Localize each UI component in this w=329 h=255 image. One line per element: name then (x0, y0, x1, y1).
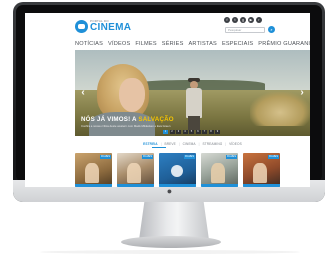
monitor-stand-base (121, 236, 221, 248)
tab-breve[interactable]: BREVE (165, 141, 176, 147)
main-nav: NOTÍCIAS VÍDEOS FILMES SÉRIES ARTISTAS E… (75, 40, 310, 48)
logo-camera-icon (75, 20, 88, 33)
tab-divider: | (198, 142, 200, 146)
tab-divider: | (178, 142, 180, 146)
search-button[interactable]: ⌕ (268, 26, 275, 33)
nav-item-artistas[interactable]: ARTISTAS (189, 40, 217, 48)
rss-icon[interactable]: r (256, 17, 262, 23)
nav-item-noticias[interactable]: NOTÍCIAS (75, 40, 103, 48)
thumbnail-card[interactable]: FILMES (75, 153, 112, 187)
hero-image-man-legs (188, 116, 200, 130)
thumbnail-badge: FILMES (183, 155, 195, 159)
website-screen: PORTAL DO CINEMA f t g ▶ r Pesquisar ⌕ N… (25, 13, 310, 187)
nav-item-series[interactable]: SÉRIES (162, 40, 184, 48)
tab-streaming[interactable]: STREAMING (202, 141, 222, 147)
scene: ● PORTAL DO CINEMA f t g ▶ r Pesquisar ⌕ (0, 0, 329, 255)
thumbnail-image (85, 163, 99, 183)
thumbnail-caption-bar (159, 184, 196, 187)
facebook-icon[interactable]: f (224, 17, 230, 23)
monitor-stand (139, 200, 209, 240)
search-icon: ⌕ (270, 27, 273, 32)
desk-shadow (40, 250, 300, 254)
hero-title-accent: SALVAÇÃO (138, 116, 174, 123)
hero-slider[interactable]: ‹ › NÓS JÁ VIMOS! A SALVAÇÃO Confira a n… (75, 50, 310, 136)
hero-image-man-body (186, 88, 202, 118)
search-input[interactable]: Pesquisar (225, 27, 265, 33)
thumbnail-image (171, 165, 183, 177)
hero-title[interactable]: NÓS JÁ VIMOS! A SALVAÇÃO (81, 116, 174, 123)
site-header: PORTAL DO CINEMA f t g ▶ r Pesquisar ⌕ (25, 13, 310, 39)
slider-dot[interactable]: 5 (189, 130, 194, 134)
slider-prev-chevron-icon[interactable]: ‹ (79, 88, 87, 98)
thumbnail-card[interactable]: FILMES (117, 153, 154, 187)
thumbnail-caption-bar (243, 184, 280, 187)
thumbnail-badge: FILMES (99, 155, 111, 159)
twitter-icon[interactable]: t (232, 17, 238, 23)
logo-big-text: CINEMA (90, 22, 132, 33)
nav-item-especiais[interactable]: ESPECIAIS (222, 40, 253, 48)
slider-dot[interactable]: 7 (202, 130, 207, 134)
slider-next-chevron-icon[interactable]: › (298, 88, 306, 98)
hero-subtitle: Confira a nossa crítica deste western co… (81, 124, 171, 128)
slider-dot[interactable]: 4 (182, 130, 188, 134)
google-plus-icon[interactable]: g (240, 17, 246, 23)
thumbnail-caption-bar (201, 184, 238, 187)
thumbnail-image (253, 163, 267, 183)
social-icons: f t g ▶ r (224, 17, 262, 23)
nav-item-premio-guarani[interactable]: PRÊMIO GUARANI (258, 40, 310, 48)
tab-divider: | (225, 142, 227, 146)
logo-text: PORTAL DO CINEMA (90, 20, 131, 33)
nav-item-filmes[interactable]: FILMES (135, 40, 156, 48)
active-tab-underline (152, 147, 166, 148)
thumbnail-badge: FILMES (141, 155, 153, 159)
thumbnail-image (211, 163, 225, 183)
thumbnail-image (127, 163, 141, 183)
slider-dot[interactable]: 9 (215, 130, 220, 134)
thumbnail-badge: FILMES (225, 155, 237, 159)
slider-dot[interactable]: 2 (169, 130, 175, 134)
slider-dot[interactable]: 1 (163, 130, 168, 134)
thumbnail-card[interactable]: FILMES (243, 153, 280, 187)
slider-dot[interactable]: 6 (195, 130, 201, 134)
site-logo[interactable]: PORTAL DO CINEMA (75, 19, 131, 33)
youtube-icon[interactable]: ▶ (248, 17, 254, 23)
tab-cinema[interactable]: CINEMA (183, 141, 196, 147)
hero-title-prefix: NÓS JÁ VIMOS! A (81, 116, 137, 123)
hero-image-woman-face (119, 78, 145, 112)
nav-item-videos[interactable]: VÍDEOS (108, 40, 130, 48)
slider-pagination: 1 2 3 4 5 6 7 8 9 (163, 130, 220, 134)
tab-videos[interactable]: VÍDEOS (229, 141, 242, 147)
slider-dot[interactable]: 8 (208, 130, 214, 134)
thumbnail-badge: FILMES (267, 155, 279, 159)
category-tabs: ESTREIA | BREVE | CINEMA | STREAMING | V… (75, 141, 310, 147)
thumbnail-caption-bar (117, 184, 154, 187)
thumbnail-row: FILMES FILMES FILMES FILMES FILMES (75, 153, 310, 187)
thumbnail-card[interactable]: FILMES (201, 153, 238, 187)
thumbnail-card[interactable]: FILMES (159, 153, 196, 187)
slider-dot[interactable]: 3 (176, 130, 181, 134)
thumbnail-caption-bar (75, 184, 112, 187)
apple-logo-icon: ● (166, 186, 173, 196)
